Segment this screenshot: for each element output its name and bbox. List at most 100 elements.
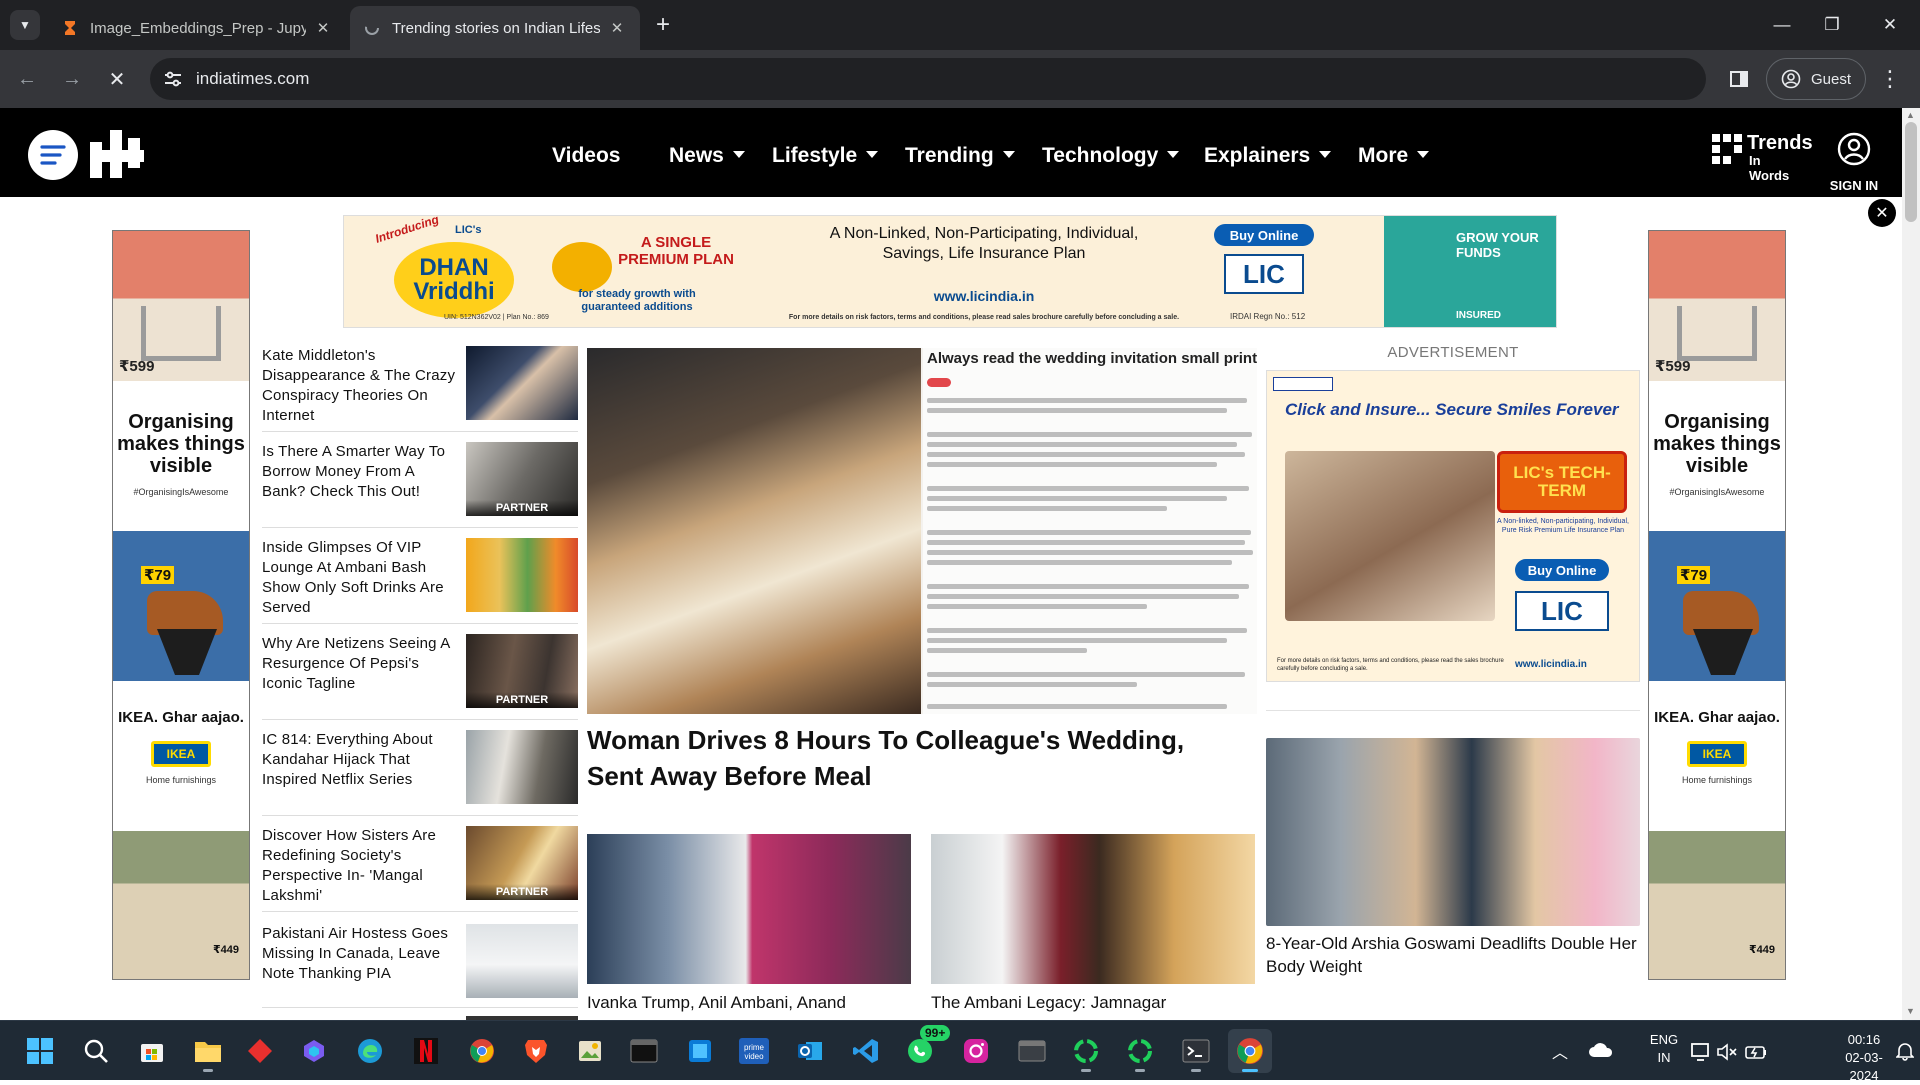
- nav-news[interactable]: News: [669, 144, 745, 168]
- close-tab-icon[interactable]: ✕: [314, 19, 332, 37]
- tab-jupyter[interactable]: Image_Embeddings_Prep - Jupyter Notebook…: [48, 6, 346, 50]
- notification-bell-icon[interactable]: [1896, 1041, 1914, 1061]
- taskbar-green-app-1[interactable]: [1064, 1029, 1108, 1073]
- article-title[interactable]: Pakistani Air Hostess Goes Missing In Ca…: [262, 924, 458, 984]
- article-title[interactable]: Inside Glimpses Of VIP Lounge At Ambani …: [262, 538, 458, 618]
- start-button[interactable]: [18, 1029, 62, 1073]
- article-thumbnail[interactable]: PARTNER: [466, 634, 578, 708]
- skyscraper-ad-left[interactable]: ₹599 Organising makes things visible #Or…: [112, 230, 250, 980]
- scroll-down-icon[interactable]: ▼: [1906, 1006, 1915, 1016]
- article-title[interactable]: Kate Middleton's Disappearance & The Cra…: [262, 346, 458, 426]
- story-image[interactable]: [1266, 738, 1640, 926]
- article-thumbnail[interactable]: [466, 538, 578, 612]
- nav-lifestyle[interactable]: Lifestyle: [772, 144, 879, 168]
- forward-button[interactable]: →: [55, 62, 89, 96]
- stop-loading-button[interactable]: ✕: [100, 62, 134, 96]
- taskbar-edge[interactable]: [348, 1029, 392, 1073]
- battery-icon[interactable]: [1744, 1041, 1768, 1063]
- story-title[interactable]: 8-Year-Old Arshia Goswami Deadlifts Doub…: [1266, 932, 1646, 978]
- close-tab-icon[interactable]: ✕: [608, 19, 626, 37]
- list-item[interactable]: Kate Middleton's Disappearance & The Cra…: [262, 346, 578, 432]
- card-image[interactable]: [587, 834, 911, 984]
- taskbar-store[interactable]: [130, 1029, 174, 1073]
- scroll-up-icon[interactable]: ▲: [1906, 110, 1915, 120]
- back-button[interactable]: ←: [10, 62, 44, 96]
- site-settings-icon[interactable]: [164, 70, 182, 88]
- hero-title[interactable]: Woman Drives 8 Hours To Colleague's Wedd…: [587, 722, 1227, 794]
- onedrive-icon[interactable]: [1588, 1041, 1614, 1059]
- indiatimes-logo-icon[interactable]: [88, 128, 146, 180]
- nav-technology[interactable]: Technology: [1042, 144, 1180, 168]
- article-title[interactable]: Is There A Smarter Way To Borrow Money F…: [262, 442, 458, 502]
- taskbar-vscode[interactable]: [844, 1029, 888, 1073]
- scrollbar-thumb[interactable]: [1905, 122, 1917, 222]
- ad-buy-online-button[interactable]: Buy Online: [1214, 224, 1314, 246]
- restore-button[interactable]: ❐: [1812, 8, 1852, 42]
- hamburger-menu-icon[interactable]: [28, 130, 78, 180]
- card-title[interactable]: Ivanka Trump, Anil Ambani, Anand: [587, 992, 911, 1013]
- tab-indiatimes[interactable]: Trending stories on Indian Lifestyle ✕: [350, 6, 640, 50]
- trends-in-words-link[interactable]: Trends In Words: [1712, 132, 1813, 183]
- list-item[interactable]: Why Are Netizens Seeing A Resurgence Of …: [262, 634, 578, 720]
- ad-buy-online-button[interactable]: Buy Online: [1515, 559, 1609, 581]
- article-thumbnail[interactable]: PARTNER: [466, 826, 578, 900]
- card-image[interactable]: [931, 834, 1255, 984]
- taskbar-brave[interactable]: [514, 1029, 558, 1073]
- article-title[interactable]: Why Are Netizens Seeing A Resurgence Of …: [262, 634, 458, 694]
- taskbar-whatsapp[interactable]: 99+: [898, 1025, 951, 1073]
- taskbar-chrome[interactable]: [460, 1029, 504, 1073]
- volume-muted-icon[interactable]: [1716, 1041, 1738, 1063]
- taskbar-terminal[interactable]: [622, 1029, 666, 1073]
- nav-more[interactable]: More: [1358, 144, 1430, 168]
- close-window-button[interactable]: ✕: [1870, 8, 1910, 42]
- sign-in-button[interactable]: SIGN IN: [1820, 130, 1888, 193]
- url-text[interactable]: indiatimes.com: [196, 69, 309, 89]
- new-tab-button[interactable]: +: [650, 11, 676, 38]
- clock[interactable]: 00:16 02-03-2024: [1832, 1031, 1896, 1085]
- taskbar-search[interactable]: [74, 1029, 118, 1073]
- list-item[interactable]: IC 814: Everything About Kandahar Hijack…: [262, 730, 578, 816]
- nav-trending[interactable]: Trending: [905, 144, 1015, 168]
- taskbar-copilot[interactable]: [292, 1029, 336, 1073]
- taskbar-netflix[interactable]: [404, 1029, 448, 1073]
- article-thumbnail[interactable]: [466, 730, 578, 804]
- tray-overflow-icon[interactable]: ︿: [1552, 1039, 1568, 1063]
- taskbar-instagram[interactable]: [954, 1029, 998, 1073]
- page-scrollbar[interactable]: ▲ ▼: [1902, 108, 1920, 1020]
- list-item[interactable]: Discover How Sisters Are Redefining Soci…: [262, 826, 578, 912]
- taskbar-image-app[interactable]: [568, 1029, 612, 1073]
- browser-menu-icon[interactable]: ⋮: [1879, 64, 1901, 94]
- taskbar-window-app[interactable]: [1010, 1029, 1054, 1073]
- taskbar-prime-video[interactable]: prime video: [732, 1029, 776, 1073]
- taskbar-terminal-2[interactable]: [1174, 1029, 1218, 1073]
- article-thumbnail[interactable]: [466, 924, 578, 998]
- language-indicator[interactable]: ENG IN: [1644, 1031, 1684, 1067]
- taskbar-chrome-active[interactable]: [1228, 1029, 1272, 1073]
- article-thumbnail[interactable]: PARTNER: [466, 442, 578, 516]
- taskbar-app-blue[interactable]: [678, 1029, 722, 1073]
- card-title[interactable]: The Ambani Legacy: Jamnagar: [931, 992, 1255, 1013]
- network-icon[interactable]: [1690, 1041, 1712, 1063]
- address-bar[interactable]: indiatimes.com: [150, 58, 1706, 100]
- lic-banner-ad[interactable]: Introducing DHAN Vriddhi LIC's UIN: 512N3…: [343, 215, 1557, 328]
- taskbar-app-red[interactable]: [238, 1029, 282, 1073]
- nav-videos[interactable]: Videos: [552, 144, 620, 168]
- close-ad-icon[interactable]: ✕: [1868, 199, 1896, 227]
- article-thumbnail[interactable]: [466, 346, 578, 420]
- taskbar-green-app-2[interactable]: [1118, 1029, 1162, 1073]
- article-title[interactable]: Discover How Sisters Are Redefining Soci…: [262, 826, 458, 906]
- skyscraper-ad-right[interactable]: ₹599 Organising makes things visible #Or…: [1648, 230, 1786, 980]
- tab-search-button[interactable]: ▼: [10, 10, 40, 40]
- list-item[interactable]: Pakistani Air Hostess Goes Missing In Ca…: [262, 924, 578, 1008]
- taskbar-file-explorer[interactable]: [186, 1029, 230, 1073]
- article-title[interactable]: IC 814: Everything About Kandahar Hijack…: [262, 730, 458, 790]
- list-item[interactable]: Is There A Smarter Way To Borrow Money F…: [262, 442, 578, 528]
- profile-button[interactable]: Guest: [1766, 58, 1866, 100]
- taskbar-outlook[interactable]: [788, 1029, 832, 1073]
- side-panel-icon[interactable]: [1724, 64, 1754, 94]
- minimize-button[interactable]: —: [1762, 8, 1802, 42]
- nav-explainers[interactable]: Explainers: [1204, 144, 1332, 168]
- list-item[interactable]: Inside Glimpses Of VIP Lounge At Ambani …: [262, 538, 578, 624]
- lic-square-ad[interactable]: Click and Insure... Secure Smiles Foreve…: [1266, 370, 1640, 682]
- hero-image[interactable]: Always read the wedding invitation small…: [587, 348, 1257, 714]
